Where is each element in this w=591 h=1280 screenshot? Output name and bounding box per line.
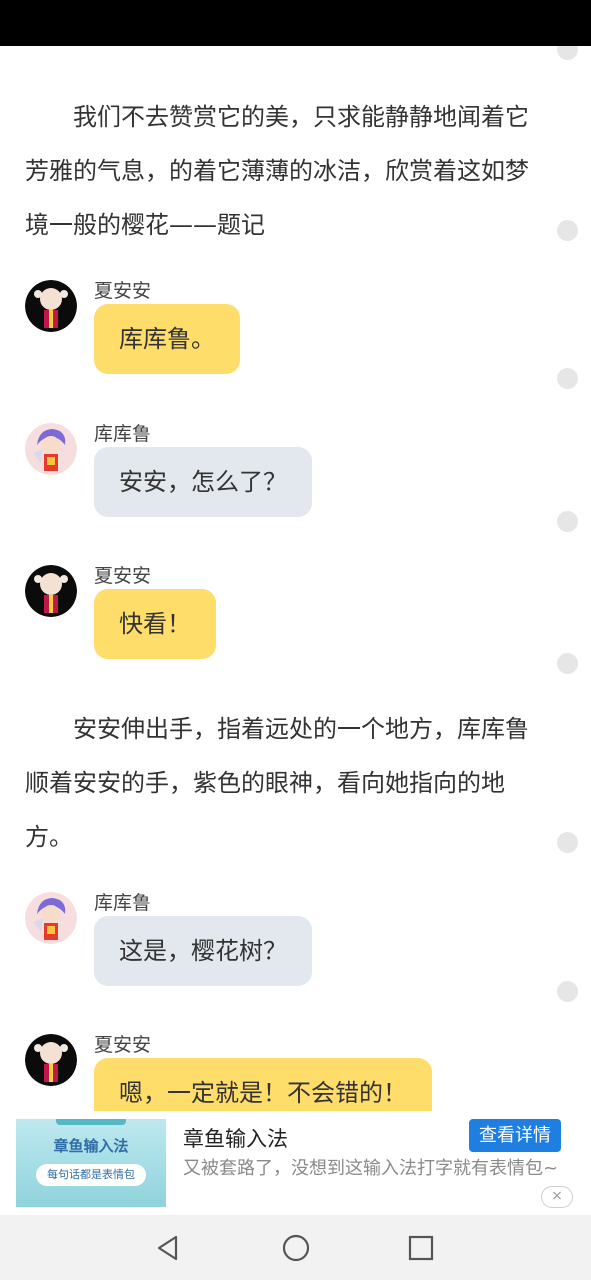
story-paragraph: 我们不去赞赏它的美，只求能静静地闻着它芳雅的气息，的着它薄薄的冰洁，欣赏着这如梦… (25, 103, 529, 239)
avatar-kukulu[interactable] (25, 423, 77, 475)
ad-title[interactable]: 章鱼输入法 (183, 1123, 288, 1153)
close-icon[interactable]: × (541, 1186, 573, 1208)
avatar-kukulu[interactable] (25, 892, 77, 944)
ad-image-tab (56, 1119, 126, 1125)
ad-image-tagline: 每句话都是表情包 (36, 1164, 146, 1186)
view-details-button[interactable]: 查看详情 (469, 1119, 561, 1152)
sender-name: 库库鲁 (94, 892, 152, 914)
ad-image-title: 章鱼输入法 (53, 1137, 129, 1155)
comment-dot[interactable] (557, 653, 578, 674)
chat-bubble: 这是，樱花树？ (94, 916, 312, 986)
story-paragraph: 安安伸出手，指着远处的一个地方，库库鲁顺着安安的手，紫色的眼神，看向她指向的地方… (25, 715, 529, 851)
ad-banner[interactable]: 章鱼输入法 每句话都是表情包 章鱼输入法 查看详情 又被套路了，没想到这输入法打… (0, 1111, 591, 1215)
comment-dot[interactable] (557, 832, 578, 853)
comment-dot[interactable] (557, 220, 578, 241)
sender-name: 夏安安 (94, 565, 152, 587)
back-icon[interactable] (153, 1233, 183, 1263)
story-content: 我们不去赞赏它的美，只求能静静地闻着它芳雅的气息，的着它薄薄的冰洁，欣赏着这如梦… (0, 46, 591, 1111)
comment-dot[interactable] (557, 46, 578, 60)
home-icon[interactable] (281, 1233, 311, 1263)
avatar-xiaanan[interactable] (25, 565, 77, 617)
ad-image[interactable]: 章鱼输入法 每句话都是表情包 (16, 1119, 166, 1207)
sender-name: 夏安安 (94, 280, 152, 302)
sender-name: 夏安安 (94, 1034, 152, 1056)
comment-dot[interactable] (557, 511, 578, 532)
sender-name: 库库鲁 (94, 423, 152, 445)
comment-dot[interactable] (557, 981, 578, 1002)
navigation-bar (0, 1215, 591, 1280)
comment-dot[interactable] (557, 368, 578, 389)
status-bar (0, 0, 591, 46)
avatar-xiaanan[interactable] (25, 1034, 77, 1086)
recent-apps-icon[interactable] (406, 1233, 436, 1263)
chat-bubble: 快看！ (94, 589, 216, 659)
chat-bubble: 库库鲁。 (94, 304, 240, 374)
ad-description: 又被套路了，没想到这输入法打字就有表情包~ (183, 1158, 559, 1179)
avatar-xiaanan[interactable] (25, 280, 77, 332)
chat-bubble: 安安，怎么了？ (94, 447, 312, 517)
chat-bubble: 嗯，一定就是！不会错的！ (94, 1058, 432, 1111)
